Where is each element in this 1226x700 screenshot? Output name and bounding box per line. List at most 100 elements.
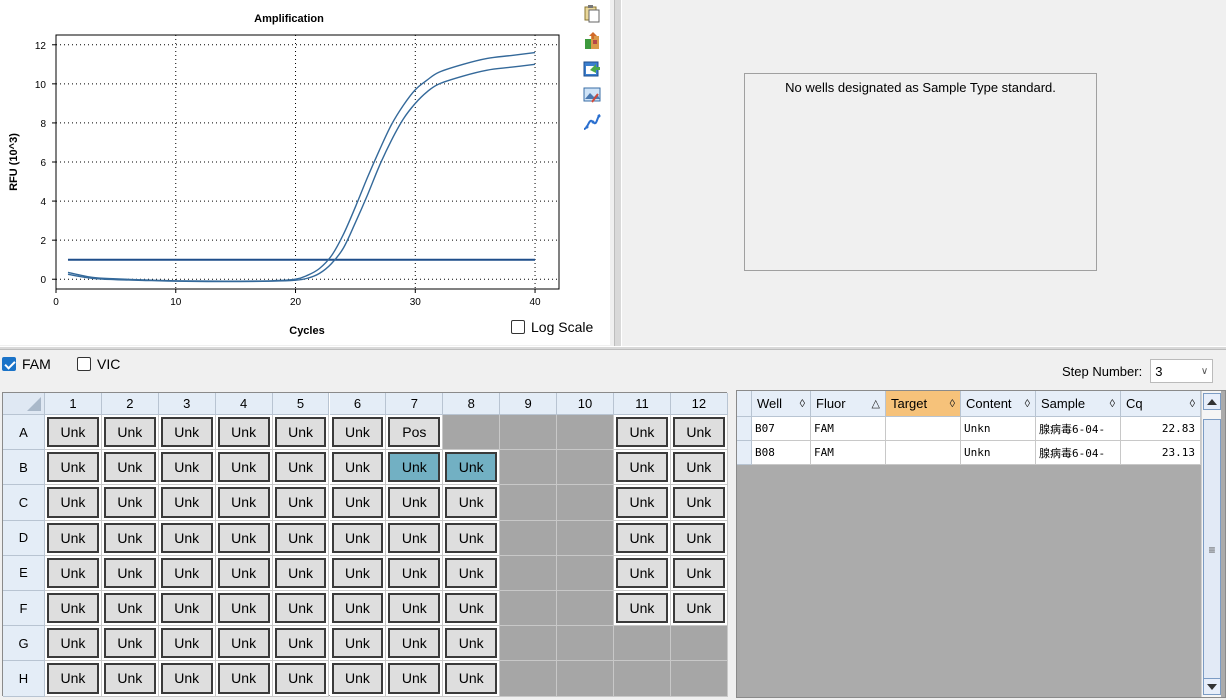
plate-well-C11[interactable]: Unk (614, 485, 671, 521)
plate-well-B5[interactable]: Unk (272, 450, 330, 486)
plate-well-D11[interactable]: Unk (614, 520, 671, 556)
plate-well-H12[interactable] (670, 661, 728, 697)
plate-well-E9[interactable] (500, 555, 558, 591)
results-header-target[interactable]: Target ◊ (886, 391, 961, 417)
plate-well-E8[interactable]: Unk (443, 555, 501, 591)
plate-well-E1[interactable]: Unk (45, 555, 102, 591)
plate-well-E3[interactable]: Unk (158, 555, 216, 591)
results-cell[interactable]: 22.83 (1121, 417, 1201, 441)
plate-column-header[interactable]: 12 (670, 393, 728, 415)
plate-well-F3[interactable]: Unk (158, 591, 216, 627)
plate-well-G11[interactable] (614, 626, 671, 662)
plate-well-B1[interactable]: Unk (45, 450, 102, 486)
plate-well-G2[interactable]: Unk (101, 626, 159, 662)
plate-well-E4[interactable]: Unk (215, 555, 273, 591)
export-data-icon[interactable] (582, 58, 602, 78)
results-cell[interactable]: Unkn (961, 417, 1036, 441)
plate-row-header[interactable]: H (3, 661, 45, 697)
plate-well-A1[interactable]: Unk (45, 415, 102, 451)
plate-well-B2[interactable]: Unk (101, 450, 159, 486)
plate-column-header[interactable]: 7 (386, 393, 444, 415)
results-cell[interactable]: Unkn (961, 441, 1036, 465)
plate-well-G8[interactable]: Unk (443, 626, 501, 662)
scroll-thumb[interactable]: ≡ (1203, 419, 1221, 681)
plate-well-H7[interactable]: Unk (386, 661, 444, 697)
log-scale-box[interactable] (511, 320, 525, 334)
results-cell[interactable]: 23.13 (1121, 441, 1201, 465)
plate-well-H9[interactable] (500, 661, 558, 697)
plate-well-F1[interactable]: Unk (45, 591, 102, 627)
plate-column-header[interactable]: 2 (101, 393, 159, 415)
fam-check-box[interactable] (2, 357, 16, 371)
sort-icon[interactable]: ◊ (1025, 398, 1030, 410)
plate-well-A10[interactable] (557, 415, 614, 451)
results-header-well[interactable]: Well ◊ (752, 391, 811, 417)
plate-well-F4[interactable]: Unk (215, 591, 273, 627)
scroll-up-icon[interactable] (1203, 393, 1221, 410)
plate-well-C12[interactable]: Unk (670, 485, 728, 521)
plate-column-header[interactable]: 1 (45, 393, 102, 415)
plate-well-F8[interactable]: Unk (443, 591, 501, 627)
results-cell[interactable]: B08 (752, 441, 811, 465)
plate-well-F5[interactable]: Unk (272, 591, 330, 627)
plate-column-header[interactable]: 9 (500, 393, 558, 415)
plate-well-G1[interactable]: Unk (45, 626, 102, 662)
plate-well-C3[interactable]: Unk (158, 485, 216, 521)
plate-well-E6[interactable]: Unk (329, 555, 387, 591)
results-cell[interactable]: FAM (811, 441, 886, 465)
plate-well-D4[interactable]: Unk (215, 520, 273, 556)
sort-icon[interactable]: ◊ (1110, 398, 1115, 410)
plate-well-H11[interactable] (614, 661, 671, 697)
vic-checkbox[interactable]: VIC (77, 356, 120, 372)
image-icon[interactable] (582, 85, 602, 105)
results-cell[interactable] (886, 441, 961, 465)
plate-well-G10[interactable] (557, 626, 614, 662)
row-selector[interactable] (737, 417, 752, 441)
sort-icon[interactable]: ◊ (950, 398, 955, 410)
plate-row-header[interactable]: A (3, 415, 45, 451)
plate-well-D7[interactable]: Unk (386, 520, 444, 556)
plate-well-B10[interactable] (557, 450, 614, 486)
plate-well-A11[interactable]: Unk (614, 415, 671, 451)
vertical-splitter[interactable] (614, 0, 622, 346)
results-cell[interactable]: 腺病毒6-04- (1036, 417, 1121, 441)
copy-icon[interactable] (582, 4, 602, 24)
results-cell[interactable]: FAM (811, 417, 886, 441)
plate-well-C10[interactable] (557, 485, 614, 521)
results-cell[interactable] (886, 417, 961, 441)
plate-column-header[interactable]: 6 (329, 393, 387, 415)
log-scale-checkbox[interactable]: Log Scale (511, 319, 593, 335)
plate-row-header[interactable]: C (3, 485, 45, 521)
results-cell[interactable]: B07 (752, 417, 811, 441)
plate-well-H3[interactable]: Unk (158, 661, 216, 697)
plate-well-A9[interactable] (500, 415, 558, 451)
plate-row-header[interactable]: F (3, 591, 45, 627)
plate-column-header[interactable]: 4 (215, 393, 273, 415)
plate-well-F7[interactable]: Unk (386, 591, 444, 627)
fam-checkbox[interactable]: FAM (2, 356, 51, 372)
plate-column-header[interactable]: 11 (614, 393, 671, 415)
plate-well-B7[interactable]: Unk (386, 450, 444, 486)
plate-well-G5[interactable]: Unk (272, 626, 330, 662)
plate-well-H2[interactable]: Unk (101, 661, 159, 697)
plate-row-header[interactable]: G (3, 626, 45, 662)
plate-well-D1[interactable]: Unk (45, 520, 102, 556)
sort-icon[interactable]: △ (872, 397, 880, 410)
plate-well-D10[interactable] (557, 520, 614, 556)
row-selector[interactable] (737, 441, 752, 465)
plate-column-header[interactable]: 10 (557, 393, 614, 415)
results-header-cq[interactable]: Cq ◊ (1121, 391, 1201, 417)
plate-well-B3[interactable]: Unk (158, 450, 216, 486)
plate-select-all[interactable] (3, 393, 45, 415)
plate-well-G7[interactable]: Unk (386, 626, 444, 662)
plate-well-B6[interactable]: Unk (329, 450, 387, 486)
plate-row-header[interactable]: E (3, 555, 45, 591)
plate-well-D2[interactable]: Unk (101, 520, 159, 556)
plate-well-B4[interactable]: Unk (215, 450, 273, 486)
plate-well-H8[interactable]: Unk (443, 661, 501, 697)
plate-well-H4[interactable]: Unk (215, 661, 273, 697)
plate-well-A12[interactable]: Unk (670, 415, 728, 451)
results-cell[interactable]: 腺病毒6-04- (1036, 441, 1121, 465)
results-header-sample[interactable]: Sample ◊ (1036, 391, 1121, 417)
plate-well-A8[interactable] (443, 415, 501, 451)
